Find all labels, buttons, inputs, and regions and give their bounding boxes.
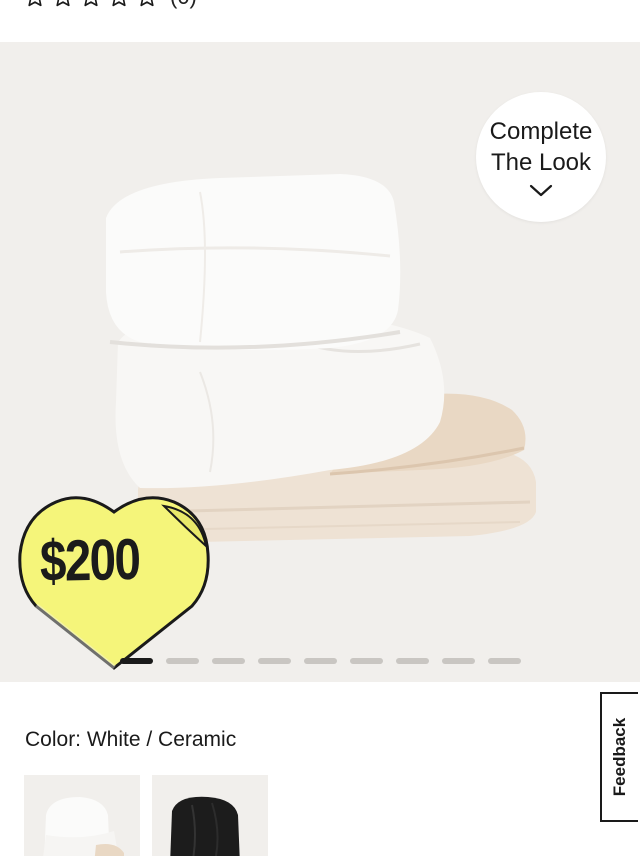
star-icon	[24, 0, 46, 8]
rating-strip: (0)	[0, 0, 640, 42]
color-swatches	[24, 775, 268, 856]
feedback-label: Feedback	[610, 717, 629, 797]
color-label: Color: White / Ceramic	[25, 728, 237, 751]
feedback-button[interactable]: Feedback	[600, 692, 638, 822]
product-page: (0)	[0, 0, 640, 856]
carousel-dot[interactable]	[350, 658, 383, 664]
carousel-indicator	[120, 658, 521, 664]
star-icon	[108, 0, 130, 8]
carousel-dot[interactable]	[258, 658, 291, 664]
chevron-down-icon	[529, 184, 553, 198]
star-icon	[136, 0, 158, 8]
complete-the-look-label: Complete The Look	[489, 118, 593, 176]
carousel-dot[interactable]	[304, 658, 337, 664]
review-count[interactable]: (0)	[170, 0, 197, 10]
carousel-dot[interactable]	[488, 658, 521, 664]
carousel-dot[interactable]	[166, 658, 199, 664]
carousel-dot[interactable]	[120, 658, 153, 664]
price-sticker: $200	[14, 486, 214, 676]
star-icon	[52, 0, 74, 8]
star-rating[interactable]	[24, 0, 158, 8]
carousel-dot[interactable]	[212, 658, 245, 664]
swatch-white-ceramic[interactable]	[24, 775, 140, 856]
carousel-dot[interactable]	[396, 658, 429, 664]
price-label: $200	[39, 526, 140, 594]
complete-the-look-button[interactable]: Complete The Look	[476, 92, 606, 222]
carousel-dot[interactable]	[442, 658, 475, 664]
swatch-black[interactable]	[152, 775, 268, 856]
star-icon	[80, 0, 102, 8]
